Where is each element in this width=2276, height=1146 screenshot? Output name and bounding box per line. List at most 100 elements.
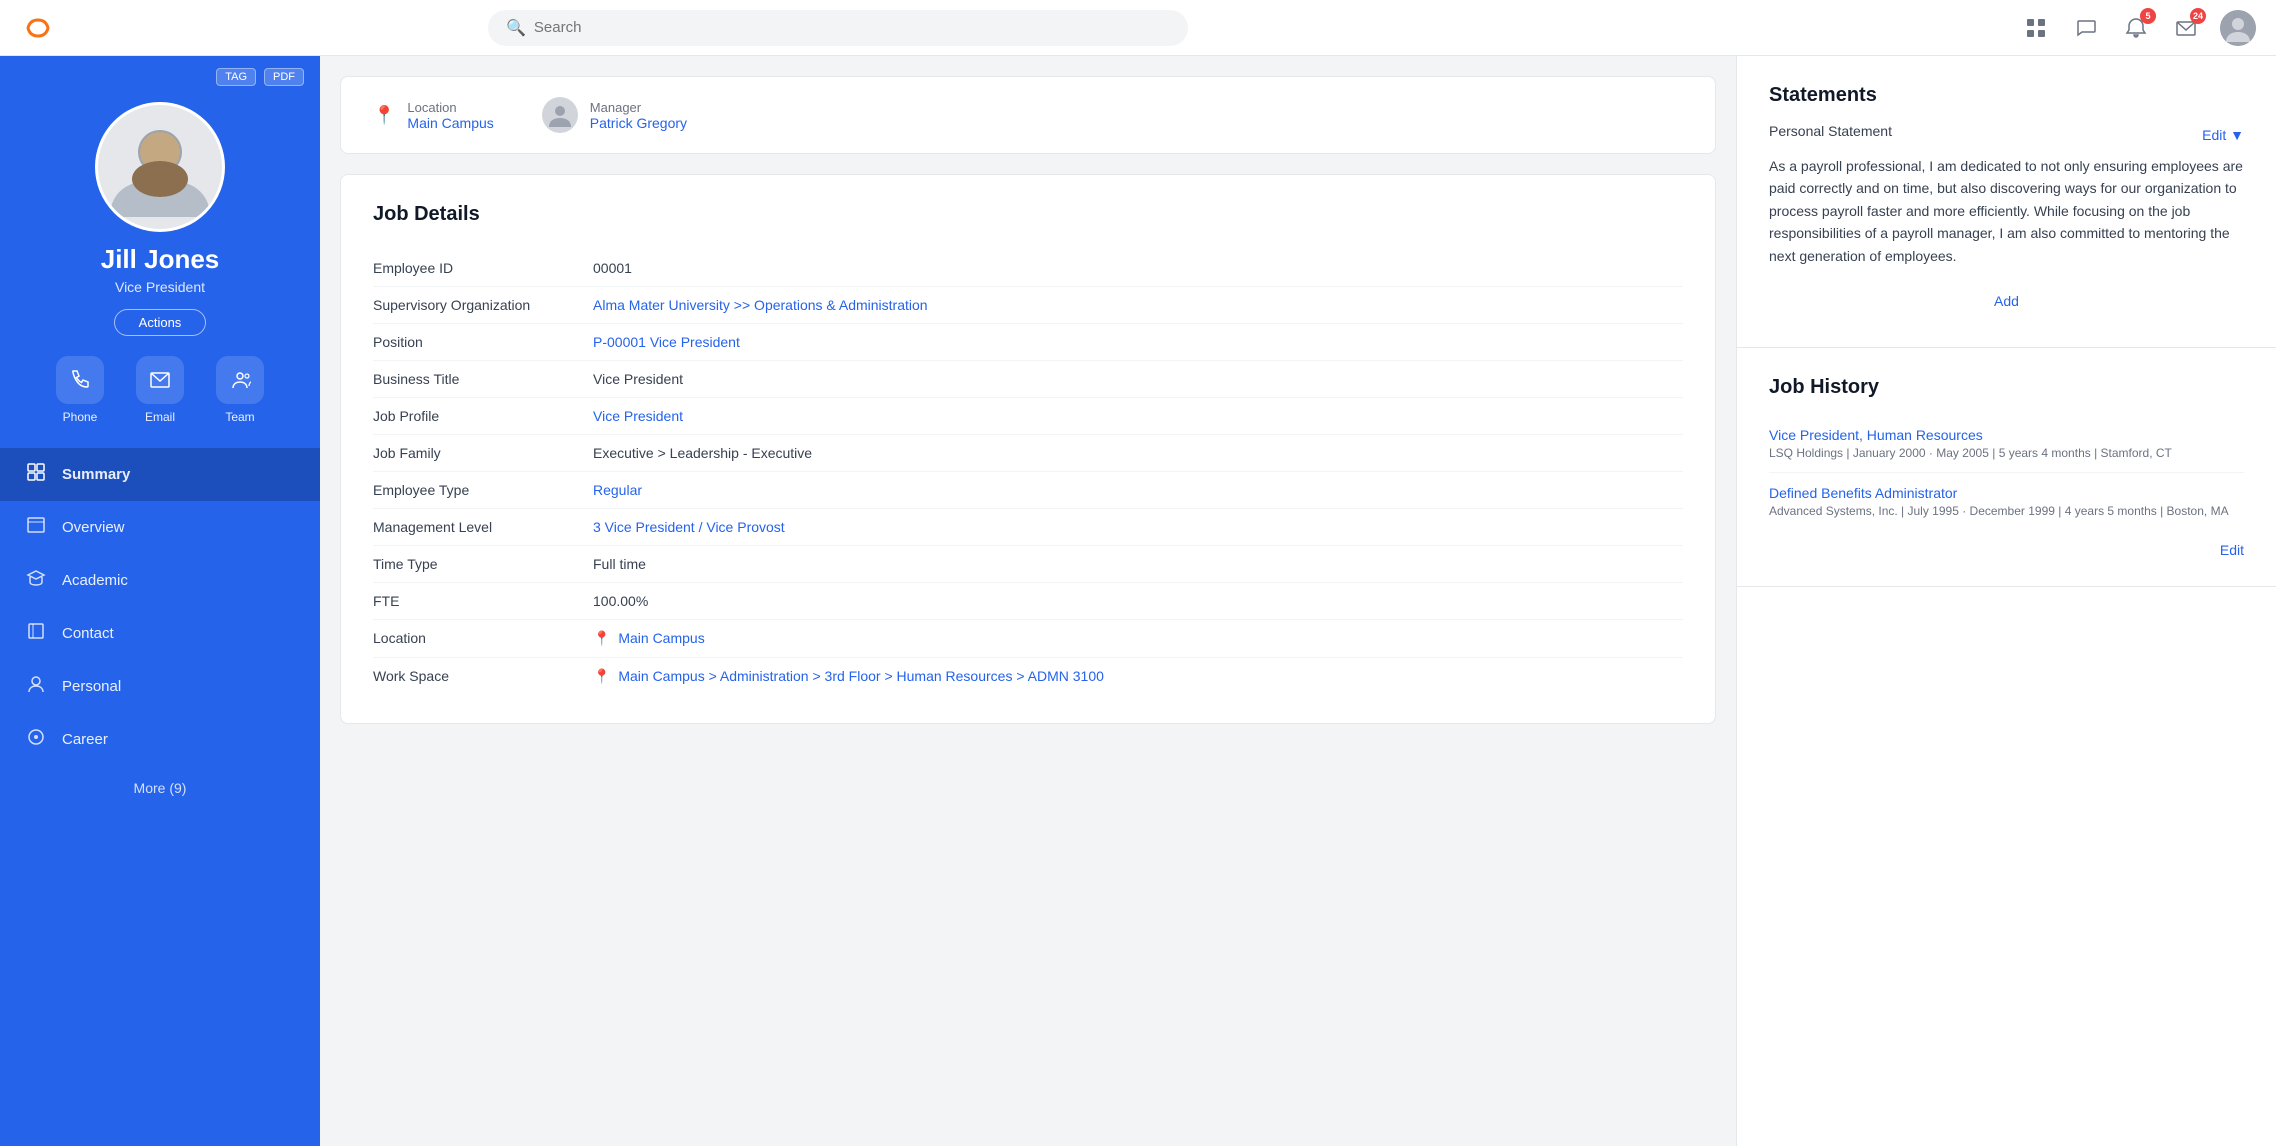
job-details-row: Business TitleVice President	[373, 361, 1683, 398]
sidebar-item-career[interactable]: Career	[0, 713, 320, 766]
phone-label: Phone	[63, 410, 98, 424]
job-details-row: Job ProfileVice President	[373, 398, 1683, 435]
job-details-title: Job Details	[373, 203, 1683, 226]
overview-icon	[24, 515, 48, 540]
job-history-role[interactable]: Defined Benefits Administrator	[1769, 485, 2244, 501]
manager-item: Manager Patrick Gregory	[542, 97, 687, 133]
job-details-row: Job FamilyExecutive > Leadership - Execu…	[373, 435, 1683, 472]
job-details-row: Supervisory OrganizationAlma Mater Unive…	[373, 287, 1683, 324]
summary-icon	[24, 462, 48, 487]
manager-label: Manager	[590, 100, 687, 115]
job-history-container: Vice President, Human ResourcesLSQ Holdi…	[1769, 415, 2244, 530]
job-field-value: Vice President	[593, 371, 1683, 387]
summary-label: Summary	[62, 466, 130, 483]
job-field-value[interactable]: Vice President	[593, 408, 1683, 424]
job-field-label: Position	[373, 334, 593, 350]
job-history-item: Vice President, Human ResourcesLSQ Holdi…	[1769, 415, 2244, 473]
job-field-label: Business Title	[373, 371, 593, 387]
notifications-badge: 5	[2140, 8, 2156, 24]
statements-title: Statements	[1769, 84, 2244, 107]
statements-section: Statements Personal Statement Edit ▼ As …	[1737, 56, 2276, 348]
sidebar-item-overview[interactable]: Overview	[0, 501, 320, 554]
job-field-value[interactable]: Regular	[593, 482, 1683, 498]
tag-button[interactable]: TAG	[216, 68, 256, 86]
more-nav-items[interactable]: More (9)	[110, 766, 211, 810]
personal-icon	[24, 674, 48, 699]
career-label: Career	[62, 731, 108, 748]
job-field-value: Executive > Leadership - Executive	[593, 445, 1683, 461]
actions-button[interactable]: Actions	[114, 309, 207, 336]
search-bar[interactable]: 🔍	[488, 10, 1188, 46]
search-input[interactable]	[534, 19, 1170, 36]
job-field-label: Supervisory Organization	[373, 297, 593, 313]
location-pin-icon: 📍	[373, 105, 395, 126]
job-history-role[interactable]: Vice President, Human Resources	[1769, 427, 2244, 443]
job-field-value[interactable]: 📍 Main Campus > Administration > 3rd Flo…	[593, 668, 1683, 685]
job-field-value[interactable]: 3 Vice President / Vice Provost	[593, 519, 1683, 535]
location-label: Location	[407, 100, 493, 115]
job-field-label: Employee Type	[373, 482, 593, 498]
sidebar-item-academic[interactable]: Academic	[0, 554, 320, 607]
main-panel: 📍 Location Main Campus Manager Patrick G…	[320, 56, 1736, 1146]
job-details-row: Employee ID00001	[373, 250, 1683, 287]
career-icon	[24, 727, 48, 752]
user-avatar[interactable]	[2220, 10, 2256, 46]
overview-label: Overview	[62, 519, 125, 536]
academic-label: Academic	[62, 572, 128, 589]
job-details-card: Job Details Employee ID00001Supervisory …	[340, 174, 1716, 724]
email-label: Email	[145, 410, 175, 424]
job-history-edit-button[interactable]: Edit	[2220, 542, 2244, 558]
sidebar-item-personal[interactable]: Personal	[0, 660, 320, 713]
job-field-label: Work Space	[373, 668, 593, 685]
statements-edit-button[interactable]: Edit ▼	[2202, 127, 2244, 143]
sidebar-nav: Summary Overview Academic Contact	[0, 448, 320, 766]
manager-value[interactable]: Patrick Gregory	[590, 115, 687, 131]
right-panel: Statements Personal Statement Edit ▼ As …	[1736, 56, 2276, 1146]
sidebar-item-contact[interactable]: Contact	[0, 607, 320, 660]
contact-label: Contact	[62, 625, 114, 642]
email-contact[interactable]: Email	[136, 356, 184, 424]
chat-button[interactable]	[2070, 12, 2102, 44]
academic-icon	[24, 568, 48, 593]
profile-title: Vice President	[115, 279, 205, 295]
add-statement-button[interactable]: Add	[1769, 283, 2244, 319]
top-navigation: 🔍 5 24	[0, 0, 2276, 56]
job-field-label: Location	[373, 630, 593, 647]
job-fields-container: Employee ID00001Supervisory Organization…	[373, 250, 1683, 695]
search-icon: 🔍	[506, 18, 526, 38]
content-area: 📍 Location Main Campus Manager Patrick G…	[320, 56, 2276, 1146]
job-field-value[interactable]: P-00001 Vice President	[593, 334, 1683, 350]
main-layout: TAG PDF Jill Jones Vice President Action…	[0, 56, 2276, 1146]
statement-text: As a payroll professional, I am dedicate…	[1769, 155, 2244, 267]
profile-name: Jill Jones	[101, 244, 220, 275]
topnav-actions: 5 24	[2020, 10, 2256, 46]
job-history-section: Job History Vice President, Human Resour…	[1737, 348, 2276, 587]
job-field-value[interactable]: 📍 Main Campus	[593, 630, 1683, 647]
job-field-value: 00001	[593, 260, 1683, 276]
job-history-footer: Edit	[1769, 530, 2244, 558]
location-value[interactable]: Main Campus	[407, 115, 493, 131]
apps-button[interactable]	[2020, 12, 2052, 44]
job-field-value[interactable]: Alma Mater University >> Operations & Ad…	[593, 297, 1683, 313]
phone-contact[interactable]: Phone	[56, 356, 104, 424]
notifications-button[interactable]: 5	[2120, 12, 2152, 44]
job-field-label: Time Type	[373, 556, 593, 572]
inbox-button[interactable]: 24	[2170, 12, 2202, 44]
sidebar-top-actions: TAG PDF	[0, 56, 320, 86]
profile-photo	[95, 102, 225, 232]
location-manager-card: 📍 Location Main Campus Manager Patrick G…	[340, 76, 1716, 154]
team-label: Team	[225, 410, 254, 424]
location-item: 📍 Location Main Campus	[373, 100, 494, 131]
job-details-row: PositionP-00001 Vice President	[373, 324, 1683, 361]
sidebar-item-summary[interactable]: Summary	[0, 448, 320, 501]
job-details-row: Employee TypeRegular	[373, 472, 1683, 509]
email-icon	[136, 356, 184, 404]
workday-logo[interactable]	[20, 10, 56, 46]
job-field-label: FTE	[373, 593, 593, 609]
job-details-row: Time TypeFull time	[373, 546, 1683, 583]
personal-label: Personal	[62, 678, 121, 695]
pdf-button[interactable]: PDF	[264, 68, 304, 86]
job-field-label: Job Profile	[373, 408, 593, 424]
job-details-row: Location📍 Main Campus	[373, 620, 1683, 658]
team-contact[interactable]: Team	[216, 356, 264, 424]
